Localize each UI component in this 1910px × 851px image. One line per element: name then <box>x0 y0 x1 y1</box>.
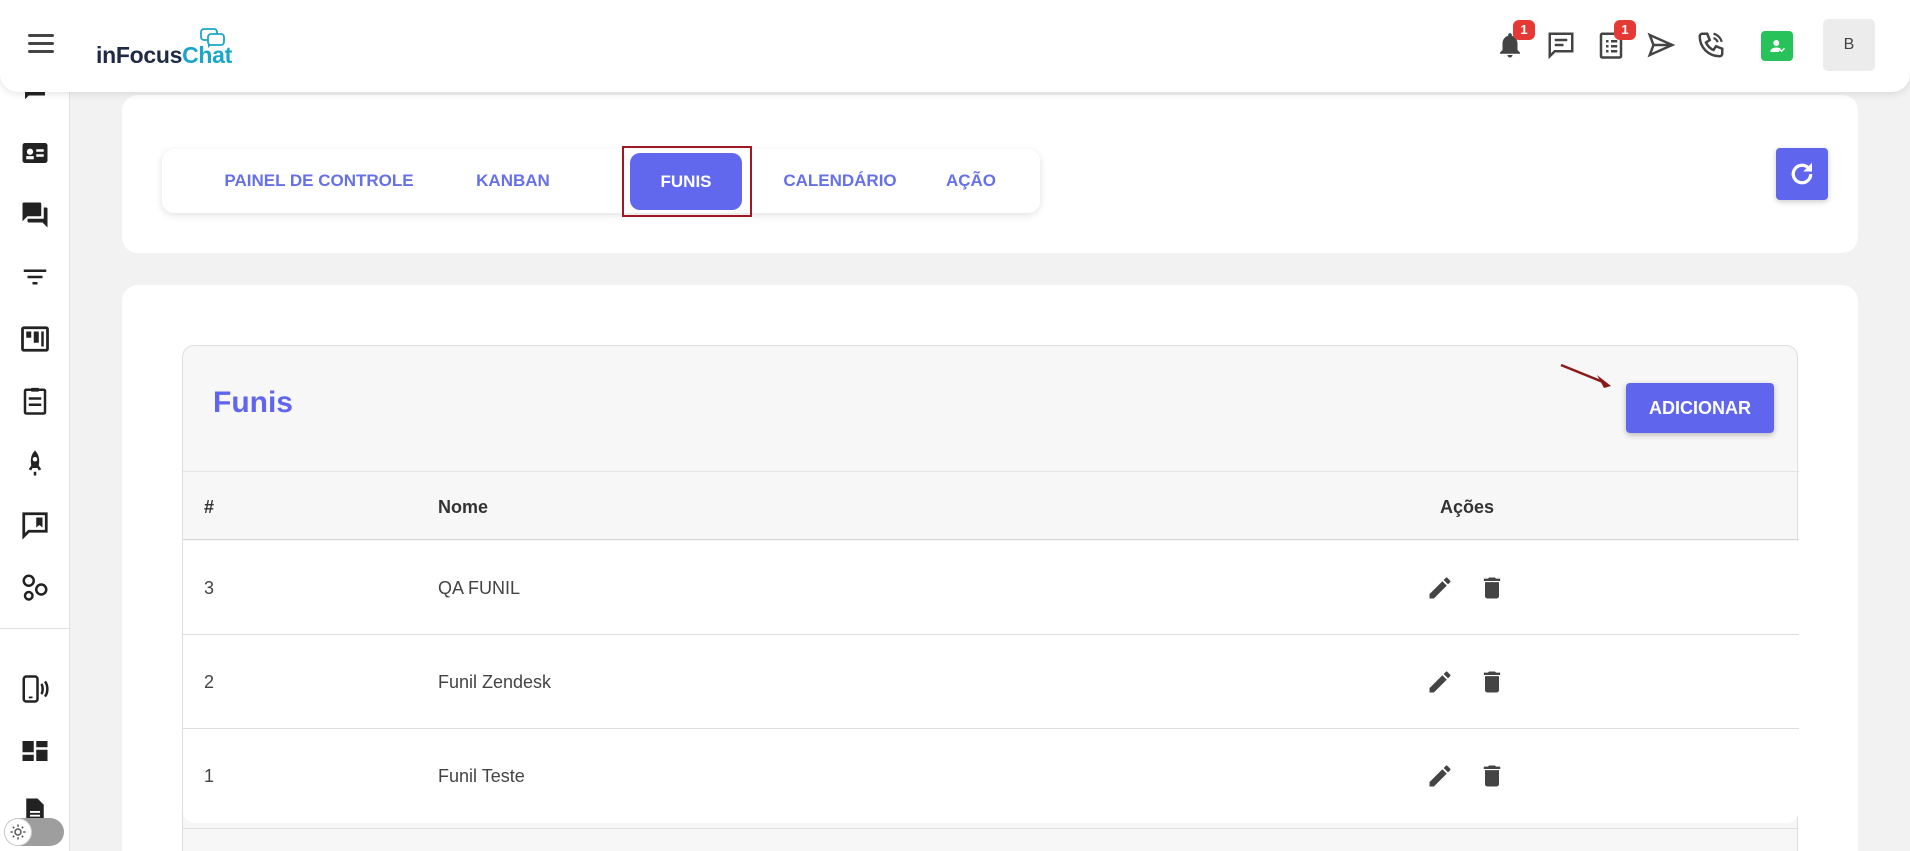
integrations-icon[interactable] <box>20 572 50 602</box>
refresh-button[interactable] <box>1776 148 1828 200</box>
sidebar-divider <box>0 628 70 629</box>
add-button[interactable]: ADICIONAR <box>1626 383 1774 433</box>
column-header-actions: Ações <box>1440 497 1495 517</box>
next-panel-edge <box>182 828 1798 851</box>
theme-toggle-icon <box>4 818 32 846</box>
chat-bubble-icon[interactable] <box>1546 30 1576 60</box>
tab-kanban[interactable]: KANBAN <box>458 149 568 213</box>
refresh-icon <box>1791 162 1813 185</box>
row-name: Funil Teste <box>438 766 525 786</box>
row-name: Funil Zendesk <box>438 672 552 692</box>
tab-acao[interactable]: AÇÃO <box>926 149 1016 213</box>
top-bar: inFocusChat 1 1 B <box>0 0 1910 92</box>
funis-panel: Funis ADICIONAR # Nome Ações 3 QA FUNIL … <box>182 345 1799 851</box>
forum-icon[interactable] <box>20 200 50 230</box>
pointer-arrow-icon <box>1560 363 1611 388</box>
table-header: # Nome Ações <box>183 471 1799 540</box>
logo-text-part1: inFocus <box>96 42 183 68</box>
contact-card-icon[interactable] <box>20 138 50 168</box>
clipboard-list-icon[interactable]: 1 <box>1596 20 1636 60</box>
table-row: 2 Funil Zendesk <box>183 635 1799 729</box>
delete-icon[interactable] <box>1478 574 1506 602</box>
bell-icon[interactable]: 1 <box>1495 20 1535 60</box>
filter-icon[interactable] <box>20 262 50 292</box>
tabs-card: PAINEL DE CONTROLE KANBAN FUNIS CALENDÁR… <box>122 95 1858 253</box>
page-title: Funis <box>213 386 293 419</box>
active-tab-highlight: FUNIS <box>622 146 752 217</box>
row-name: QA FUNIL <box>438 578 521 598</box>
delete-icon[interactable] <box>1478 762 1506 790</box>
tab-strip: PAINEL DE CONTROLE KANBAN FUNIS CALENDÁR… <box>162 146 1040 217</box>
tab-calendario[interactable]: CALENDÁRIO <box>770 149 910 213</box>
column-header-id: # <box>204 497 215 517</box>
edit-icon[interactable] <box>1426 668 1454 696</box>
notifications-badge: 1 <box>1513 20 1535 40</box>
row-id: 3 <box>204 578 215 598</box>
table-row: 3 QA FUNIL <box>183 541 1799 635</box>
rocket-icon[interactable] <box>20 448 50 478</box>
avatar[interactable]: B <box>1823 19 1875 71</box>
sidebar <box>0 0 70 851</box>
delete-icon[interactable] <box>1478 668 1506 696</box>
table-row: 1 Funil Teste <box>183 729 1799 823</box>
message-flag-icon[interactable] <box>20 510 50 540</box>
kanban-icon[interactable] <box>20 324 50 354</box>
logo-bubble-icon <box>200 28 225 48</box>
dashboard-icon[interactable] <box>20 736 50 766</box>
send-icon[interactable] <box>1646 30 1676 60</box>
tab-funis[interactable]: FUNIS <box>630 153 742 210</box>
clipboard-icon[interactable] <box>20 386 50 416</box>
tasks-badge: 1 <box>1614 20 1636 40</box>
phone-device-icon[interactable] <box>20 674 50 704</box>
edit-icon[interactable] <box>1426 574 1454 602</box>
menu-icon[interactable] <box>28 34 54 56</box>
phone-icon[interactable] <box>1696 30 1726 60</box>
column-header-name: Nome <box>438 497 489 517</box>
user-status-icon[interactable] <box>1761 31 1793 61</box>
theme-toggle[interactable] <box>4 818 64 846</box>
row-id: 2 <box>204 672 215 692</box>
row-id: 1 <box>204 766 215 786</box>
tab-painel-de-controle[interactable]: PAINEL DE CONTROLE <box>202 149 436 213</box>
edit-icon[interactable] <box>1426 762 1454 790</box>
